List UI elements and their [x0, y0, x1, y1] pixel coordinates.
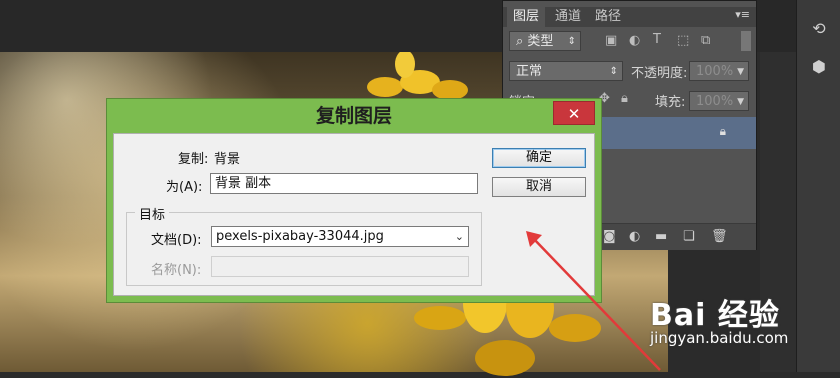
close-icon: ✕ — [567, 105, 581, 123]
fill-field[interactable]: 100% ▼ — [689, 91, 749, 111]
filter-kind-select[interactable]: ⌕ 类型 ⇕ — [509, 31, 581, 51]
fill-label: 填充: — [655, 95, 686, 110]
filter-toggle[interactable] — [741, 31, 751, 51]
tab-paths[interactable]: 路径 — [589, 7, 627, 27]
chevron-down-icon: ▼ — [737, 67, 744, 77]
as-name-value: 背景 副本 — [215, 176, 272, 191]
opacity-label: 不透明度: — [631, 66, 688, 81]
chevron-down-icon: ⌄ — [454, 230, 464, 243]
adjustment-filter-icon[interactable]: ◐ — [629, 33, 640, 48]
sunflower-petals-top — [367, 52, 468, 100]
copy-label: 复制: — [178, 152, 209, 167]
opacity-field[interactable]: 100% ▼ — [689, 61, 749, 81]
panel-tabs: 图层 通道 路径 ▾≡ — [503, 7, 756, 27]
document-label: 文档(D): — [151, 233, 202, 248]
new-layer-icon[interactable]: ❏ — [683, 229, 695, 244]
document-select-value: pexels-pixabay-33044.jpg — [216, 229, 384, 244]
tab-channels[interactable]: 通道 — [549, 7, 587, 27]
chevron-down-icon: ▼ — [737, 97, 744, 107]
dialog-title: 复制图层 — [315, 105, 392, 127]
ok-button[interactable]: 确定 — [492, 148, 586, 168]
3d-cube-icon[interactable]: ⬢ — [805, 52, 833, 80]
as-label: 为(A): — [166, 180, 203, 195]
trash-icon[interactable]: 🗑︎ — [711, 229, 728, 244]
lock-all-icon[interactable]: 🔒︎ — [621, 91, 628, 106]
shape-filter-icon[interactable]: ⬚ — [677, 33, 689, 48]
tab-layers[interactable]: 图层 — [507, 7, 546, 27]
destination-group: 目标 文档(D): pexels-pixabay-33044.jpg ⌄ 名称(… — [126, 204, 482, 286]
destination-group-title: 目标 — [135, 204, 170, 223]
right-tool-strip: ⟲ ⬢ — [796, 0, 840, 372]
annotation-arrow — [526, 231, 661, 371]
document-select[interactable]: pexels-pixabay-33044.jpg ⌄ — [211, 226, 469, 247]
lock-icon: 🔒︎ — [719, 124, 726, 138]
pixel-filter-icon[interactable]: ▣ — [605, 33, 617, 48]
updown-icon: ⇕ — [567, 36, 576, 47]
panel-menu-icon[interactable]: ▾≡ — [735, 8, 750, 21]
name-input[interactable] — [211, 256, 469, 277]
smart-object-filter-icon[interactable]: ⧉ — [701, 33, 710, 48]
opacity-value: 100% — [696, 64, 734, 79]
name-label: 名称(N): — [151, 263, 202, 278]
copy-source-value: 背景 — [214, 152, 241, 167]
fill-value: 100% — [696, 94, 734, 109]
close-button[interactable]: ✕ — [553, 101, 595, 125]
type-filter-icon[interactable]: T — [653, 32, 661, 47]
filter-kind-value: 类型 — [527, 34, 554, 49]
watermark-url: jingyan.baidu.com — [650, 329, 789, 347]
baidu-jingyan-logo: Bai 经验 — [650, 298, 780, 333]
blend-mode-value: 正常 — [516, 64, 543, 79]
blend-mode-select[interactable]: 正常 ⇕ — [509, 61, 623, 81]
as-name-input[interactable]: 背景 副本 — [210, 173, 478, 194]
history-icon[interactable]: ⟲ — [805, 14, 833, 42]
search-icon: ⌕ — [516, 34, 528, 49]
updown-icon: ⇕ — [609, 66, 618, 77]
cancel-button[interactable]: 取消 — [492, 177, 586, 197]
